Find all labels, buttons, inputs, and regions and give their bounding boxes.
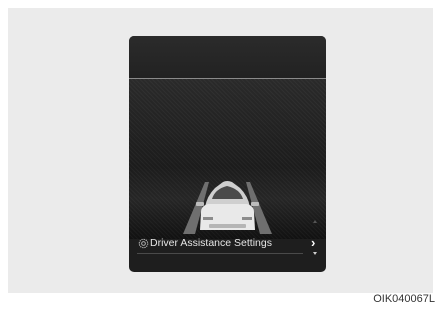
figure-code: OIK040067L [373, 293, 435, 305]
scroll-up-icon[interactable] [313, 220, 317, 223]
display-top-band [129, 36, 326, 78]
menu-label: Driver Assistance Settings [150, 237, 272, 249]
vehicle-icon [183, 181, 272, 234]
scroll-down-icon[interactable] [313, 252, 317, 255]
gear-icon [138, 238, 149, 249]
menu-underline [137, 253, 303, 254]
menu-item-driver-assistance[interactable]: Driver Assistance Settings › [129, 233, 326, 255]
chevron-right-icon[interactable]: › [311, 235, 315, 250]
cluster-display: Driver Assistance Settings › [129, 36, 326, 272]
